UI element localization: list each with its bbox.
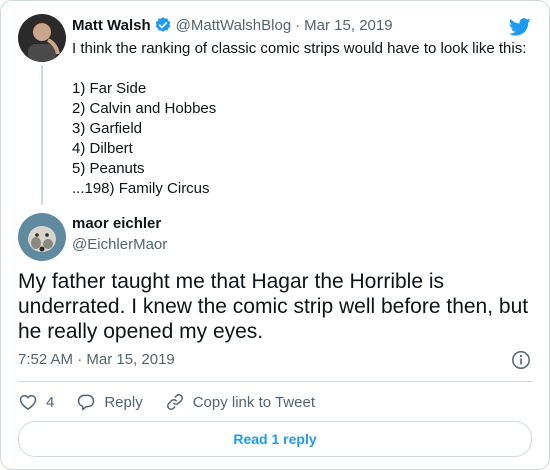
action-bar: 4 Reply Copy link to Tweet [18,391,337,413]
parent-avatar[interactable] [18,14,66,62]
parent-author-handle[interactable]: @MattWalshBlog [176,17,292,34]
reply-author-handle[interactable]: @EichlerMaor [72,236,167,253]
reply-timestamp[interactable]: 7:52 AM · Mar 15, 2019 [18,351,175,368]
parent-tweet-text: I think the ranking of classic comic str… [72,40,527,197]
thread-line [41,65,43,205]
copy-link-button[interactable]: Copy link to Tweet [165,392,315,412]
parent-author-name[interactable]: Matt Walsh [72,17,151,34]
link-icon [166,394,183,410]
heart-icon [19,394,37,410]
meta-separator: · [295,16,301,34]
twitter-bird-icon[interactable] [508,16,531,38]
divider [18,381,532,382]
reply-button[interactable]: Reply [76,392,143,412]
verified-badge-icon [154,16,172,34]
parent-header: Matt Walsh @MattWalshBlog · Mar 15, 2019 [72,16,393,34]
reply-author-name[interactable]: maor eichler [72,215,161,232]
info-icon[interactable] [511,350,531,370]
copy-link-label: Copy link to Tweet [192,393,315,411]
parent-tweet-date[interactable]: Mar 15, 2019 [304,17,392,34]
reply-avatar[interactable] [18,213,66,261]
reply-label: Reply [104,393,143,411]
like-button[interactable]: 4 [18,392,54,412]
reply-tweet-text: My father taught me that Hagar the Horri… [18,270,529,343]
like-count: 4 [46,393,55,411]
read-replies-button[interactable]: Read 1 reply [18,421,532,457]
tweet-embed-card: Matt Walsh @MattWalshBlog · Mar 15, 2019… [0,0,550,470]
reply-bubble-icon [78,394,95,411]
